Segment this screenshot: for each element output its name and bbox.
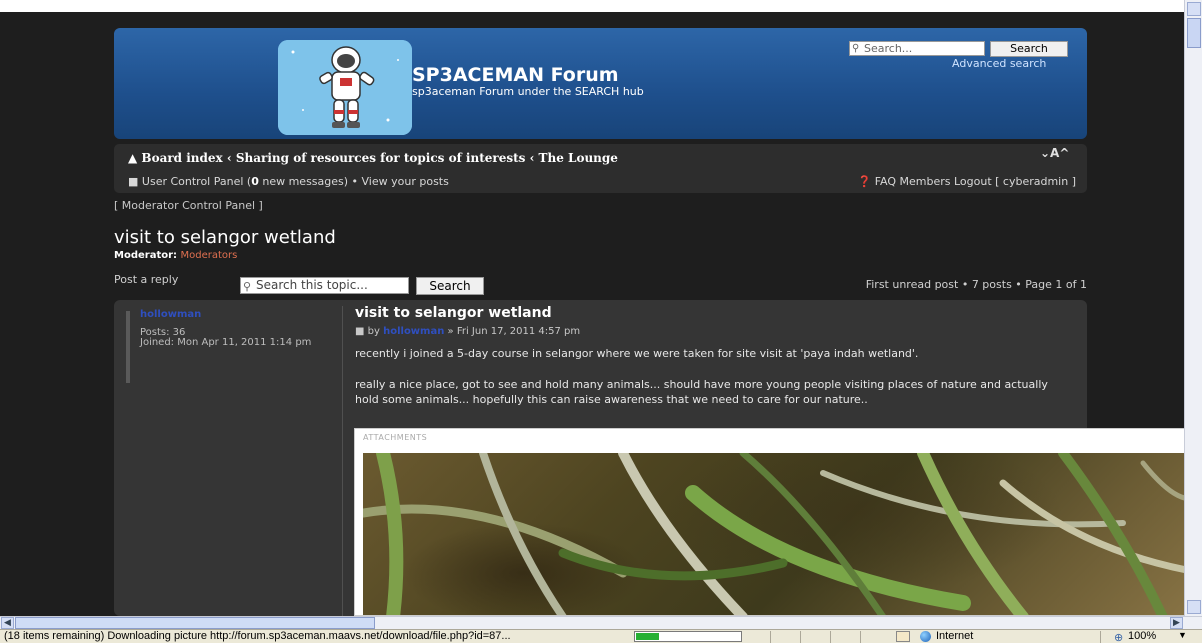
post-divider <box>342 306 343 616</box>
moderator-control-panel-link[interactable]: [ Moderator Control Panel ] <box>114 199 263 212</box>
attachment-image[interactable] <box>363 453 1201 615</box>
browser-status-bar: (18 items remaining) Downloading picture… <box>0 629 1202 643</box>
topic-search-input[interactable]: ⚲ Search this topic... <box>240 277 409 294</box>
download-progress-bar <box>634 631 742 642</box>
attachments-label: ATTACHMENTS <box>363 433 428 442</box>
author-name[interactable]: hollowman <box>140 309 201 320</box>
moderators-link[interactable]: Moderators <box>181 250 238 261</box>
internet-globe-icon <box>920 631 931 642</box>
user-links-text[interactable]: FAQ Members Logout [ cyberadmin ] <box>875 175 1076 188</box>
topic-search-placeholder: Search this topic... <box>256 278 368 292</box>
meta-by: by <box>367 326 384 337</box>
home-icon: ▲ <box>128 151 138 165</box>
profile-rule <box>126 311 130 383</box>
search-icon: ⚲ <box>243 280 252 293</box>
zoom-dropdown-icon[interactable]: ▼ <box>1178 630 1187 640</box>
site-title[interactable]: SP3ACEMAN Forum <box>412 64 619 86</box>
ucp-prefix[interactable]: User Control Panel ( <box>142 175 251 188</box>
post-meta: ■ by hollowman » Fri Jun 17, 2011 4:57 p… <box>355 326 580 337</box>
scroll-right-arrow-icon[interactable]: ▶ <box>1170 617 1183 629</box>
horizontal-scrollbar[interactable]: ◀ ▶ <box>0 616 1202 629</box>
breadcrumb[interactable]: ▲ Board index ‹ Sharing of resources for… <box>128 151 618 165</box>
status-separator <box>1100 631 1101 643</box>
post-reply-button[interactable]: Post a reply <box>114 273 178 286</box>
topic-title[interactable]: visit to selangor wetland <box>114 227 336 248</box>
moderator-line: Moderator: Moderators <box>114 250 237 261</box>
new-messages-count: 0 <box>251 175 259 188</box>
user-links[interactable]: ❓ FAQ Members Logout [ cyberadmin ] <box>857 175 1076 188</box>
users-icon: ■ <box>128 175 139 188</box>
progress-fill <box>636 633 659 640</box>
zoom-icon: ⊕ <box>1114 632 1124 643</box>
meta-date: » Fri Jun 17, 2011 4:57 pm <box>444 326 581 337</box>
zoom-level[interactable]: 100% <box>1128 630 1156 642</box>
status-separator <box>860 631 861 643</box>
font-size-control[interactable]: ⌄A^ <box>1040 146 1069 160</box>
ucp-suffix[interactable]: new messages) • View your posts <box>259 175 449 188</box>
advanced-search-link[interactable]: Advanced search <box>952 57 1046 70</box>
post-paragraph: really a nice place, got to see and hold… <box>355 378 1048 406</box>
meta-author-link[interactable]: hollowman <box>383 326 444 337</box>
status-separator <box>830 631 831 643</box>
faq-icon: ❓ <box>857 175 872 188</box>
vertical-scrollbar[interactable] <box>1184 0 1202 616</box>
pagination[interactable]: First unread post • 7 posts • Page 1 of … <box>866 278 1087 291</box>
topic-search-button[interactable]: Search <box>416 277 484 295</box>
security-zone[interactable]: Internet <box>936 630 973 642</box>
status-separator <box>800 631 801 643</box>
search-input[interactable]: ⚲ Search... <box>849 41 985 56</box>
browser-top-strip <box>0 0 1184 12</box>
user-control-panel-link[interactable]: ■ User Control Panel (0 new messages) • … <box>128 175 449 188</box>
scroll-left-arrow-icon[interactable]: ◀ <box>1 617 14 629</box>
scroll-up-arrow-icon[interactable] <box>1187 2 1201 16</box>
post-icon[interactable]: ■ <box>355 326 364 337</box>
vertical-scroll-thumb[interactable] <box>1187 18 1201 48</box>
moderator-label: Moderator: <box>114 250 181 261</box>
search-icon: ⚲ <box>852 43 860 54</box>
post-title[interactable]: visit to selangor wetland <box>355 305 552 321</box>
search-placeholder: Search... <box>864 42 913 55</box>
site-description: sp3aceman Forum under the SEARCH hub <box>412 85 644 98</box>
security-icon[interactable] <box>896 631 910 642</box>
breadcrumb-text[interactable]: Board index ‹ Sharing of resources for t… <box>141 151 618 165</box>
horizontal-scroll-thumb[interactable] <box>15 617 375 629</box>
attachments-box: ATTACHMENTS <box>354 428 1202 616</box>
search-button[interactable]: Search <box>990 41 1068 57</box>
scroll-down-arrow-icon[interactable] <box>1187 600 1201 614</box>
author-joined: Joined: Mon Apr 11, 2011 1:14 pm <box>140 337 312 348</box>
status-text: (18 items remaining) Downloading picture… <box>4 630 511 642</box>
status-separator <box>770 631 771 643</box>
post-paragraph: recently i joined a 5-day course in sela… <box>355 347 919 360</box>
spaceman-logo[interactable] <box>278 40 412 135</box>
